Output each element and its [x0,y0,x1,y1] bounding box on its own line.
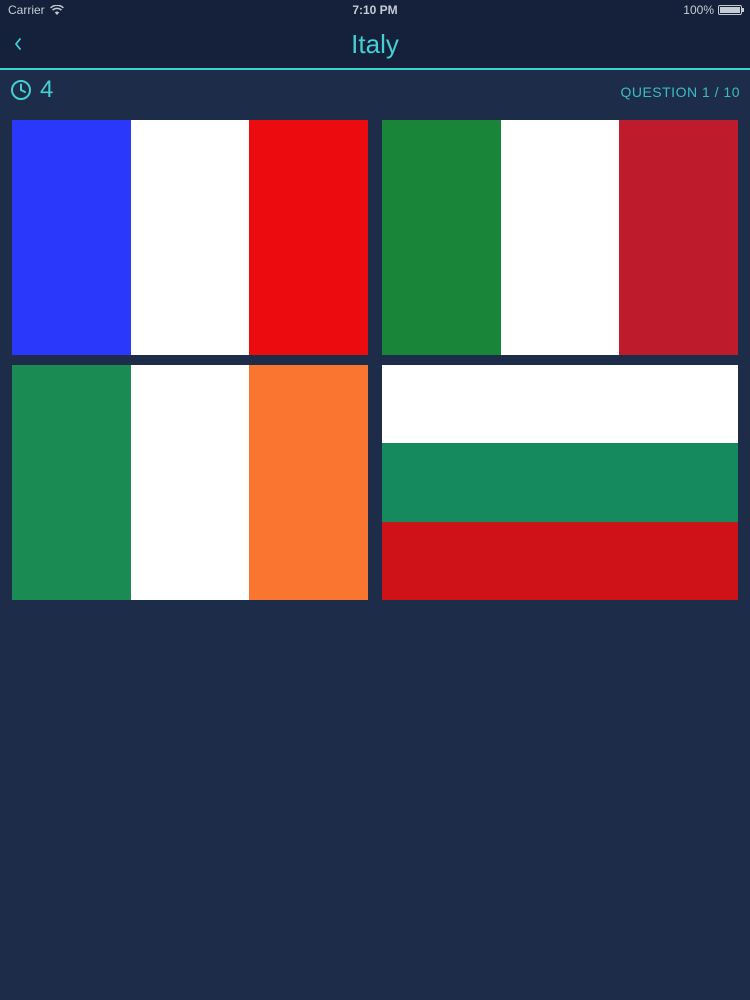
battery-percent: 100% [683,3,714,17]
flag-stripe-2 [130,120,250,355]
timer-value: 4 [40,76,54,103]
flag-stripe-3 [249,365,368,600]
flag-stripe-3 [249,120,368,355]
battery-indicator: 100% [683,3,744,17]
flag-option-3[interactable] [12,365,368,600]
flag-stripe-1 [12,120,131,355]
flag-stripe-1 [382,120,501,355]
app-screen: Carrier 7:10 PM 100% Italy 4 QUESTION 1 … [0,0,750,1000]
flag-option-2[interactable] [382,120,738,355]
flag-option-1[interactable] [12,120,368,355]
status-time: 7:10 PM [352,3,398,17]
flag-stripe-1 [12,365,131,600]
flag-stripe-3 [619,120,738,355]
page-title: Italy [351,29,399,59]
question-counter: QUESTION 1 / 10 [620,84,740,100]
timer: 4 [10,78,53,102]
flag-stripe-3 [382,521,738,600]
clock-icon [11,80,31,100]
navigation-bar: Italy [0,20,750,70]
flag-option-4[interactable] [382,365,738,600]
flag-stripe-1 [382,365,738,444]
flag-stripe-2 [382,443,738,522]
quiz-info-row: 4 QUESTION 1 / 10 [0,70,750,112]
status-bar: Carrier 7:10 PM 100% [0,0,750,20]
flag-stripe-2 [500,120,620,355]
battery-icon [718,5,744,15]
flag-stripe-2 [130,365,250,600]
